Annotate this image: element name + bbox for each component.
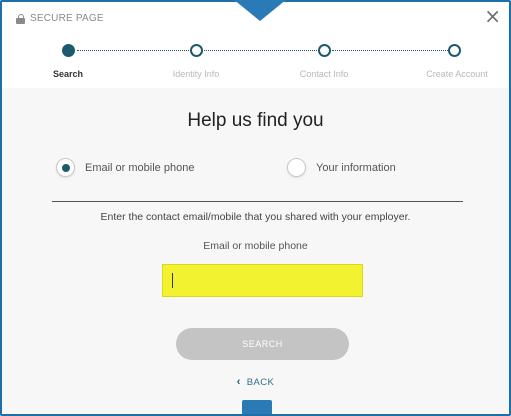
step-connector [204,50,317,51]
step-label-search: Search [52,69,84,79]
option-label-email-or-phone: Email or mobile phone [85,161,195,174]
radio-button-your-information[interactable] [287,158,306,177]
radio-button-email-or-phone[interactable] [56,158,75,177]
secure-page-label: SECURE PAGE [30,13,104,24]
step-label-identity-info: Identity Info [172,69,220,79]
back-link[interactable]: ‹ BACK [2,376,509,388]
step-dot-identity-info [190,44,203,57]
search-panel: Help us find you Email or mobile phone Y… [2,88,509,414]
option-your-information[interactable]: Your information [287,158,396,177]
email-or-phone-input[interactable] [162,264,363,297]
step-dot-contact-info [318,44,331,57]
secure-page-indicator: SECURE PAGE [16,13,104,24]
step-connector [332,50,448,51]
divider [52,201,463,202]
step-dot-search [62,44,75,57]
text-cursor [172,273,173,288]
search-button[interactable]: SEARCH [176,328,349,360]
step-dot-create-account [448,44,461,57]
email-or-phone-label: Email or mobile phone [203,240,308,252]
option-label-your-information: Your information [316,161,396,174]
bottom-pointer [242,400,272,414]
dialog-frame: SECURE PAGE × Search Identity Info Conta… [0,0,511,416]
step-label-contact-info: Contact Info [299,69,349,79]
lock-icon [16,13,25,24]
instructions-text: Enter the contact email/mobile that you … [100,211,411,223]
progress-stepper: Search Identity Info Contact Info Create… [2,40,509,80]
close-icon[interactable]: × [484,6,501,26]
top-pointer-arrow [233,0,287,21]
chevron-left-icon: ‹ [236,376,241,388]
back-label: BACK [246,377,275,388]
step-connector [77,50,189,51]
option-email-or-phone[interactable]: Email or mobile phone [56,158,194,177]
step-label-create-account: Create Account [426,69,488,79]
page-title: Help us find you [187,110,324,131]
